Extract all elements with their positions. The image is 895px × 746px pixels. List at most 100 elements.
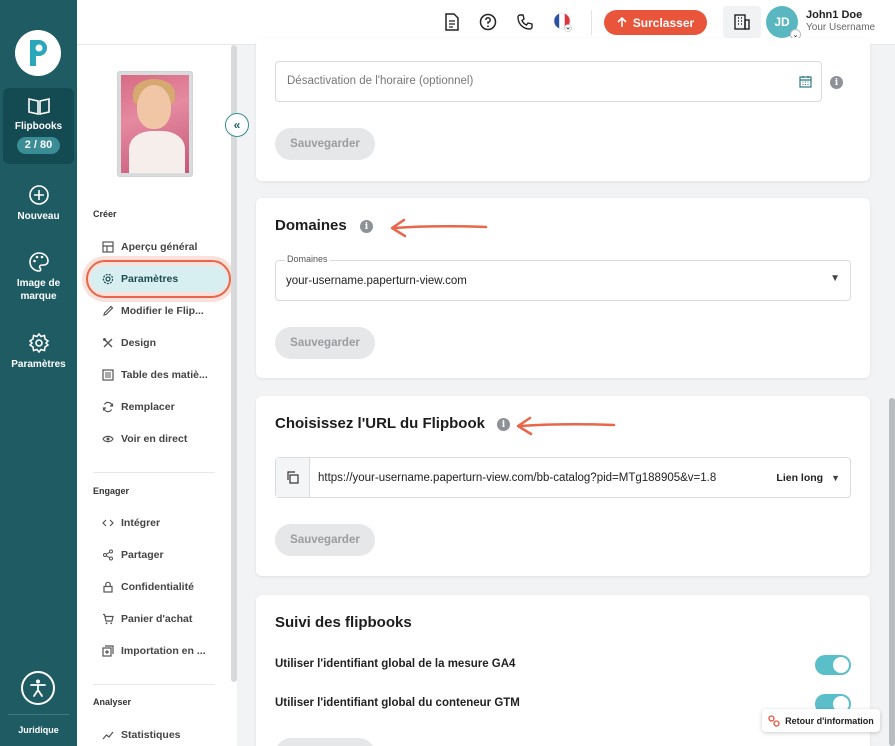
- sidebar-item-statistiques[interactable]: Statistiques: [90, 722, 228, 746]
- document-icon[interactable]: [442, 12, 462, 32]
- save-button[interactable]: Sauvegarder: [275, 327, 375, 359]
- legal-link[interactable]: Juridique: [0, 725, 77, 735]
- sidebar-item-label: Remplacer: [121, 401, 175, 413]
- sidebar-item-label: Modifier le Flip...: [121, 305, 204, 317]
- help-icon[interactable]: [478, 12, 498, 32]
- sidebar-item-label: Paramètres: [121, 273, 179, 285]
- feedback-label: Retour d'information: [785, 715, 874, 726]
- gtm-toggle-label: Utiliser l'identifiant global du contene…: [275, 697, 520, 709]
- tracking-title: Suivi des flipbooks: [275, 614, 412, 631]
- info-icon[interactable]: i: [497, 418, 510, 431]
- domains-title: Domaines: [275, 217, 347, 234]
- domains-field-label: Domaines: [285, 254, 330, 264]
- copy-icon: [287, 471, 299, 484]
- cover-image: [121, 75, 189, 173]
- annotation-arrow: [516, 416, 616, 436]
- list-icon: [102, 369, 114, 381]
- ga4-toggle-label: Utiliser l'identifiant global de la mesu…: [275, 658, 516, 670]
- url-card: Choisissez l'URL du Flipbook i https://y…: [256, 396, 870, 576]
- save-button[interactable]: Sauvegarder: [275, 128, 375, 160]
- info-icon[interactable]: i: [830, 76, 843, 89]
- phone-icon[interactable]: [515, 12, 535, 32]
- user-name: John1 Doe: [806, 9, 863, 21]
- schedule-placeholder: Désactivation de l'horaire (optionnel): [287, 75, 474, 87]
- arrow-up-icon: [617, 17, 627, 27]
- sidebar-item-confidentialite[interactable]: Confidentialité: [90, 574, 228, 600]
- ga4-toggle[interactable]: [815, 655, 851, 675]
- content-scrollbar[interactable]: [889, 398, 895, 746]
- rail-item-parametres[interactable]: Paramètres: [0, 332, 77, 371]
- chevrons-left-icon: «: [233, 118, 241, 132]
- url-title: Choisissez l'URL du Flipbook: [275, 415, 485, 432]
- sidebar-item-panier[interactable]: Panier d'achat: [90, 606, 228, 632]
- sidebar-item-parametres[interactable]: Paramètres: [90, 266, 228, 292]
- design-tools-icon: [103, 338, 113, 348]
- dropdown-caret-icon: ▼: [831, 472, 840, 483]
- dropdown-caret-icon: ▼: [830, 273, 840, 284]
- sidebar-item-importation[interactable]: Importation en ...: [90, 638, 228, 664]
- flipbook-counter-badge: 2 / 80: [16, 137, 61, 154]
- sidebar-item-design[interactable]: Design: [90, 330, 228, 356]
- sidebar-item-label: Partager: [121, 549, 164, 561]
- schedule-deactivation-input[interactable]: Désactivation de l'horaire (optionnel): [275, 61, 822, 102]
- domains-value: your-username.paperturn-view.com: [286, 275, 467, 287]
- rail-item-label: Image de marque: [16, 278, 61, 302]
- rail-item-nouveau[interactable]: Nouveau: [0, 184, 77, 223]
- flipbook-thumbnail[interactable]: [117, 71, 193, 177]
- plus-circle-icon: [28, 185, 49, 205]
- info-icon[interactable]: i: [360, 220, 373, 233]
- paperturn-logo[interactable]: [15, 30, 61, 76]
- feedback-icon: [768, 714, 780, 727]
- sidebar-item-label: Statistiques: [121, 729, 181, 741]
- book-open-icon: [27, 98, 50, 115]
- code-icon: [102, 519, 114, 527]
- collapse-sidebar-button[interactable]: «: [225, 113, 249, 137]
- url-mode-label: Lien long: [776, 471, 824, 484]
- eye-icon: [102, 435, 114, 443]
- layout-icon: [102, 241, 114, 253]
- sidebar-item-label: Panier d'achat: [121, 613, 193, 625]
- share-icon: [103, 549, 113, 561]
- cart-icon: [103, 613, 114, 625]
- sidebar-item-remplacer[interactable]: Remplacer: [90, 394, 228, 420]
- palette-icon: [28, 252, 49, 272]
- accessibility-button[interactable]: [21, 671, 55, 705]
- sidebar-item-partager[interactable]: Partager: [90, 542, 228, 568]
- sidebar-item-integrer[interactable]: Intégrer: [90, 510, 228, 536]
- sidebar-item-label: Confidentialité: [121, 581, 194, 593]
- feedback-button[interactable]: Retour d'information: [762, 709, 880, 732]
- gear-icon: [102, 273, 114, 285]
- sidebar-item-label: Intégrer: [121, 517, 161, 529]
- section-title-creer: Créer: [93, 209, 117, 219]
- url-field[interactable]: https://your-username.paperturn-view.com…: [275, 457, 851, 498]
- rail-divider: [8, 714, 69, 715]
- annotation-arrow: [390, 218, 488, 238]
- save-button[interactable]: Sauvegarder: [275, 524, 375, 556]
- upgrade-label: Surclasser: [632, 15, 695, 30]
- sidebar-item-label: Importation en ...: [121, 645, 206, 657]
- sidebar-item-voir-en-direct[interactable]: Voir en direct: [90, 426, 228, 452]
- upgrade-button[interactable]: Surclasser: [604, 10, 707, 35]
- section-title-analyser: Analyser: [93, 697, 132, 707]
- user-username: Your Username: [806, 22, 876, 33]
- user-avatar[interactable]: JD ⌄: [766, 6, 801, 40]
- save-button[interactable]: [275, 738, 375, 746]
- topbar-separator: [591, 10, 592, 35]
- sidebar-item-modifier[interactable]: Modifier le Flip...: [90, 298, 228, 324]
- refresh-icon: [102, 401, 114, 413]
- copy-url-button[interactable]: [276, 458, 310, 497]
- organization-button[interactable]: [723, 6, 761, 38]
- rail-item-label: Nouveau: [17, 211, 60, 222]
- rail-item-flipbooks[interactable]: Flipbooks 2 / 80: [3, 88, 74, 164]
- sidebar-item-apercu[interactable]: Aperçu général: [90, 234, 228, 260]
- sidebar-item-table-des-matieres[interactable]: Table des matiè...: [90, 362, 228, 388]
- sidebar-item-label: Design: [121, 337, 157, 349]
- sidebar-scrollbar[interactable]: [231, 45, 237, 682]
- url-mode-select[interactable]: Lien long ▼: [772, 458, 850, 497]
- avatar-initials: JD: [774, 15, 790, 29]
- rail-item-image-de-marque[interactable]: Image de marque: [0, 251, 77, 303]
- section-title-engager: Engager: [93, 486, 130, 496]
- domains-select[interactable]: Domaines your-username.paperturn-view.co…: [275, 254, 851, 301]
- url-value: https://your-username.paperturn-view.com…: [318, 472, 717, 484]
- language-flag-fr-icon[interactable]: [553, 12, 573, 32]
